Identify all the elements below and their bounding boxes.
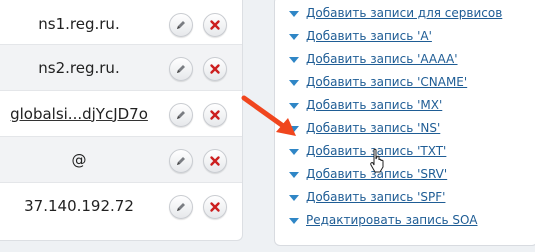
- edit-button[interactable]: [169, 102, 193, 127]
- menu-item-srv[interactable]: Добавить запись 'SRV': [289, 162, 502, 185]
- pencil-icon: [177, 21, 185, 29]
- add-records-panel: Добавить записи для сервисов Добавить за…: [274, 0, 535, 246]
- menu-item-mx[interactable]: Добавить запись 'MX': [289, 93, 502, 116]
- triangle-down-icon: [289, 56, 299, 63]
- pencil-icon: [177, 64, 185, 73]
- x-icon: [210, 155, 220, 166]
- triangle-down-icon: [289, 10, 299, 17]
- triangle-down-icon: [289, 33, 299, 40]
- edit-button[interactable]: [169, 56, 193, 81]
- menu-link[interactable]: Добавить запись 'NS': [306, 121, 440, 135]
- table-row: @: [0, 137, 242, 183]
- menu-link[interactable]: Добавить запись 'AAAA': [306, 52, 458, 66]
- x-icon: [210, 201, 220, 212]
- record-value: ns1.reg.ru.: [38, 15, 120, 33]
- menu-link[interactable]: Добавить запись 'SPF': [306, 190, 445, 204]
- delete-button[interactable]: [203, 148, 227, 173]
- table-row: ns1.reg.ru.: [0, 0, 242, 45]
- menu-link[interactable]: Редактировать запись SOA: [306, 213, 478, 227]
- menu-item-txt[interactable]: Добавить запись 'TXT': [289, 139, 502, 162]
- menu-item-soa[interactable]: Редактировать запись SOA: [289, 208, 502, 231]
- table-row: globalsi...djYcJD7o: [0, 91, 242, 137]
- triangle-down-icon: [289, 194, 299, 201]
- menu-item-cname[interactable]: Добавить запись 'CNAME': [289, 70, 502, 93]
- delete-button[interactable]: [203, 102, 227, 127]
- x-icon: [210, 109, 220, 120]
- pencil-icon: [177, 202, 185, 211]
- triangle-down-icon: [289, 148, 299, 155]
- pencil-icon: [177, 110, 185, 119]
- delete-button[interactable]: [203, 194, 227, 219]
- red-arrow-annotation: [241, 95, 296, 136]
- triangle-down-icon: [289, 217, 299, 224]
- menu-item-ns[interactable]: Добавить запись 'NS': [289, 116, 502, 139]
- delete-button[interactable]: [203, 13, 227, 37]
- edit-button[interactable]: [169, 13, 193, 37]
- record-value: globalsi...djYcJD7o: [10, 104, 148, 123]
- mouse-cursor-icon: [370, 148, 384, 173]
- menu-link[interactable]: Добавить запись 'CNAME': [306, 75, 467, 89]
- menu-link[interactable]: Добавить запись 'MX': [306, 98, 442, 112]
- table-row: ns2.reg.ru.: [0, 45, 242, 91]
- menu-link[interactable]: Добавить запись 'A': [306, 29, 432, 43]
- edit-button[interactable]: [169, 148, 193, 173]
- menu-item-spf[interactable]: Добавить запись 'SPF': [289, 185, 502, 208]
- x-icon: [210, 20, 220, 30]
- dns-records-table: ns1.reg.ru. ns2.reg.ru. globalsi...djYcJ…: [0, 0, 243, 241]
- record-value: 37.140.192.72: [24, 196, 134, 215]
- menu-item-a[interactable]: Добавить запись 'A': [289, 24, 502, 47]
- menu-item-aaaa[interactable]: Добавить запись 'AAAA': [289, 47, 502, 70]
- table-row: 37.140.192.72: [0, 183, 242, 228]
- record-value: @: [71, 150, 87, 169]
- menu-link[interactable]: Добавить записи для сервисов: [306, 6, 502, 20]
- delete-button[interactable]: [203, 56, 227, 81]
- x-icon: [210, 63, 220, 74]
- triangle-down-icon: [289, 171, 299, 178]
- triangle-down-icon: [289, 79, 299, 86]
- menu-item-services[interactable]: Добавить записи для сервисов: [289, 1, 502, 24]
- record-value: ns2.reg.ru.: [38, 58, 120, 77]
- add-records-menu: Добавить записи для сервисов Добавить за…: [289, 1, 502, 231]
- edit-button[interactable]: [169, 194, 193, 219]
- pencil-icon: [177, 156, 185, 165]
